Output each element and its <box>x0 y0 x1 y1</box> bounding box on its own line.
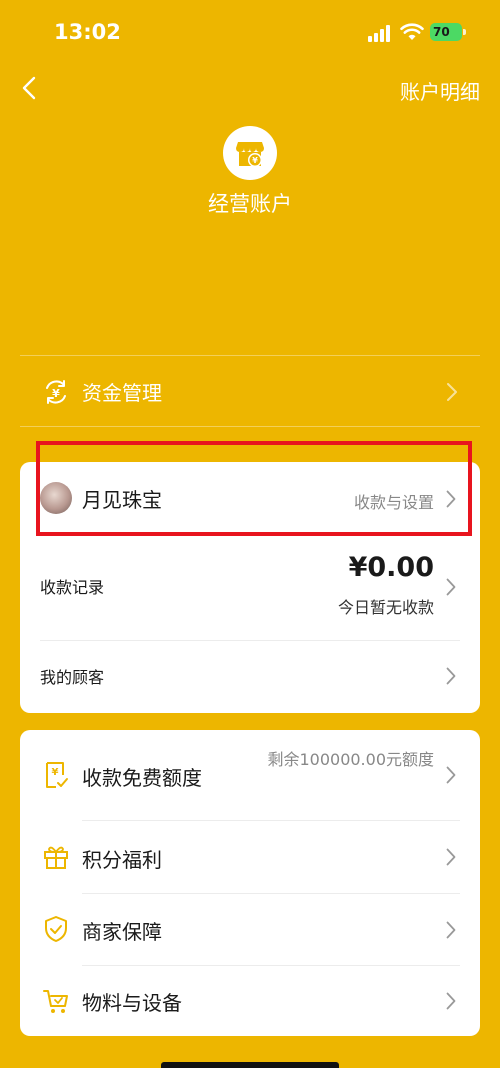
yen-receipt-icon: ¥ <box>46 762 68 788</box>
services-card: ¥ 收款免费额度 剩余100000.00元额度 积分福利 商家保障 物料与设备 <box>20 730 480 1036</box>
page-title: 经营账户 <box>208 192 292 216</box>
signal-icon <box>368 24 392 42</box>
chevron-right-icon <box>446 848 456 866</box>
free-quota-label: 收款免费额度 <box>82 766 202 790</box>
battery-tip <box>463 29 466 35</box>
highlight-box <box>36 441 472 536</box>
materials-equipment-row[interactable]: 物料与设备 <box>20 966 480 1036</box>
chevron-right-icon <box>446 578 456 596</box>
status-bar: 13:02 70 <box>0 0 500 66</box>
my-customers-label: 我的顾客 <box>40 668 105 687</box>
battery-icon: 70 <box>430 23 462 41</box>
points-benefits-label: 积分福利 <box>82 848 162 872</box>
back-chevron-icon[interactable] <box>16 74 44 102</box>
status-time: 13:02 <box>54 20 121 44</box>
home-indicator <box>161 1062 339 1068</box>
collection-records-row[interactable]: 收款记录 ¥0.00 今日暂无收款 <box>20 534 480 630</box>
merchant-protection-row[interactable]: 商家保障 <box>20 894 480 965</box>
gift-icon <box>44 846 68 869</box>
shield-check-icon <box>45 916 67 942</box>
svg-text:¥: ¥ <box>52 387 60 400</box>
chevron-right-icon <box>446 992 456 1010</box>
divider <box>20 426 480 427</box>
points-benefits-row[interactable]: 积分福利 <box>20 821 480 893</box>
today-amount: ¥0.00 <box>348 552 434 583</box>
account-detail-link[interactable]: 账户明细 <box>400 76 480 105</box>
chevron-right-icon <box>447 383 457 401</box>
fund-management-label: 资金管理 <box>82 381 162 405</box>
collection-records-label: 收款记录 <box>40 578 105 597</box>
free-quota-remaining: 剩余100000.00元额度 <box>267 750 434 769</box>
chevron-right-icon <box>446 766 456 784</box>
chevron-right-icon <box>446 921 456 939</box>
battery-level: 70 <box>433 25 450 39</box>
svg-text:¥: ¥ <box>252 156 258 165</box>
yen-cycle-icon: ¥ <box>46 380 66 404</box>
wifi-icon <box>400 23 424 40</box>
svg-text:¥: ¥ <box>52 767 59 778</box>
merchant-protection-label: 商家保障 <box>82 920 162 944</box>
materials-equipment-label: 物料与设备 <box>82 991 182 1015</box>
free-quota-row[interactable]: ¥ 收款免费额度 剩余100000.00元额度 <box>20 730 480 820</box>
cart-icon <box>43 990 68 1013</box>
fund-management-row[interactable]: ¥ 资金管理 <box>20 356 480 426</box>
today-status: 今日暂无收款 <box>337 598 434 617</box>
shop-yen-icon: ¥ <box>223 126 277 180</box>
chevron-right-icon <box>446 667 456 685</box>
my-customers-row[interactable]: 我的顾客 <box>20 640 480 712</box>
